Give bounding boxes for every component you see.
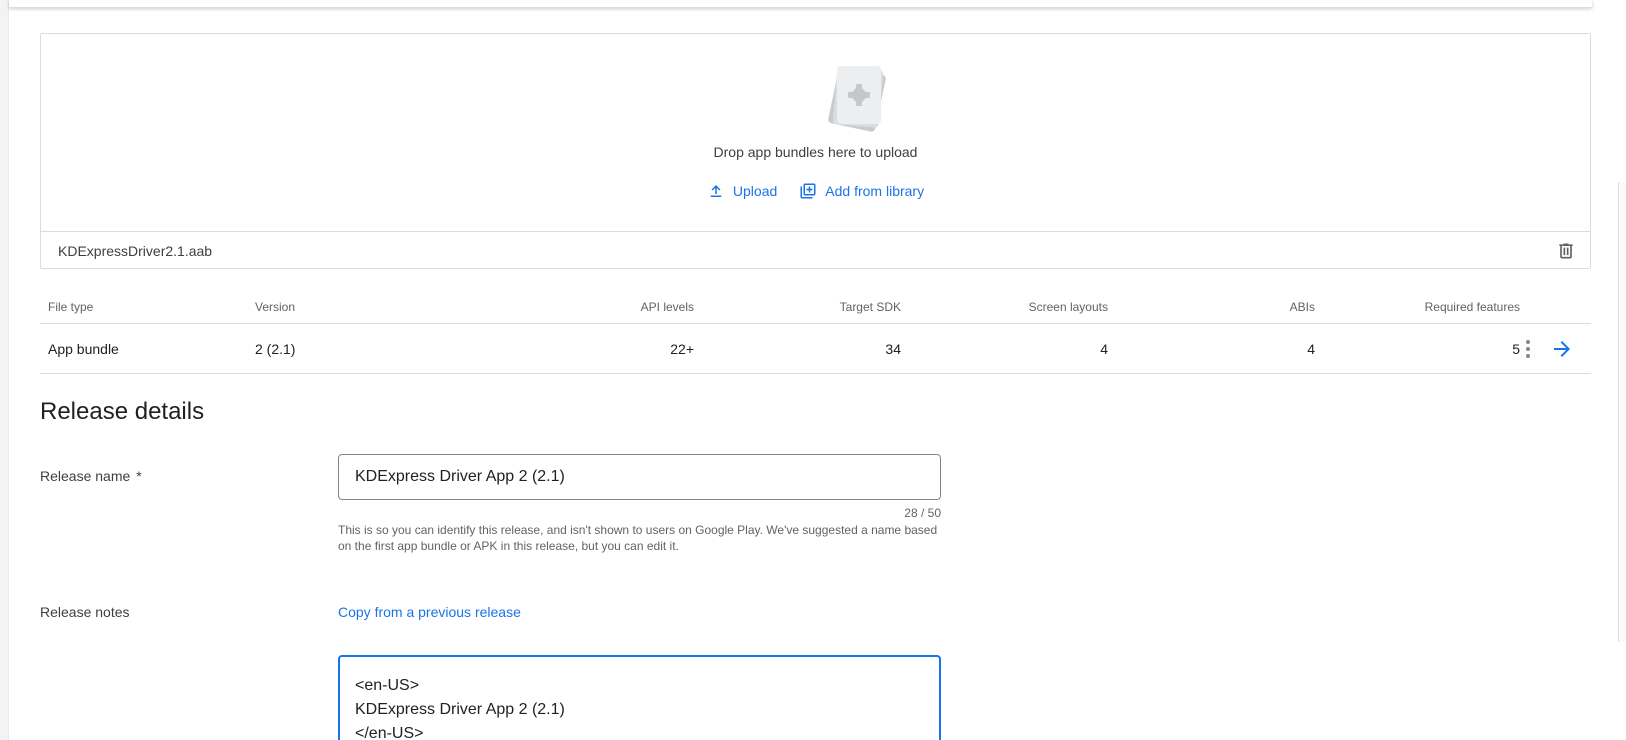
uploaded-file-row: KDExpressDriver2.1.aab [41,231,1590,269]
cell-required-features: 5 [1512,340,1520,357]
cell-target-sdk: 34 [885,340,901,357]
release-notes-textarea[interactable]: <en-US> KDExpress Driver App 2 (2.1) </e… [338,655,941,740]
release-name-hint: This is so you can identify this release… [338,523,938,553]
release-details-heading: Release details [40,398,205,425]
upload-actions: Upload Add from library [41,179,1590,203]
header-file-type: File type [48,300,94,314]
cell-file-type: App bundle [48,340,119,357]
table-row[interactable]: App bundle 2 (2.1) 22+ 34 4 4 5 [40,324,1591,374]
left-gutter [0,0,9,740]
arrow-forward-icon[interactable] [1550,337,1574,361]
add-from-library-label: Add from library [825,183,925,199]
release-notes-label: Release notes [40,604,130,620]
cell-api-levels: 22+ [670,340,694,357]
scrollbar-thumb[interactable] [1618,182,1626,642]
header-version: Version [255,300,296,314]
cell-abis: 4 [1307,340,1315,357]
upload-button[interactable]: Upload [707,179,777,203]
upload-icon [710,185,722,197]
header-target-sdk: Target SDK [839,300,901,314]
uploaded-file-name: KDExpressDriver2.1.aab [58,242,213,259]
add-from-library-button[interactable]: Add from library [799,179,924,203]
release-page: Drop app bundles here to upload Upload A… [0,0,1626,740]
cell-version: 2 (2.1) [255,340,296,357]
header-screen-layouts: Screen layouts [1028,300,1108,314]
app-bundle-icon [828,66,886,132]
table-header: File type Version API levels Target SDK … [40,290,1591,324]
release-name-label: Release name * [40,468,142,484]
cell-screen-layouts: 4 [1100,340,1108,357]
character-counter: 28 / 50 [904,506,941,520]
header-required-features: Required features [1424,300,1520,314]
copy-from-previous-release-link[interactable]: Copy from a previous release [338,604,521,620]
top-header-edge [9,0,1592,8]
more-vert-icon[interactable] [1518,338,1538,360]
drop-instructions: Drop app bundles here to upload [713,144,918,160]
upload-label: Upload [732,183,778,199]
header-api-levels: API levels [640,300,694,314]
drop-zone[interactable]: Drop app bundles here to upload Upload A… [41,34,1590,231]
header-abis: ABIs [1289,300,1315,314]
required-indicator: * [136,468,142,484]
app-bundle-table: File type Version API levels Target SDK … [40,290,1591,374]
release-name-input[interactable] [338,454,941,500]
library-add-icon [800,183,816,199]
delete-icon[interactable] [1556,241,1576,261]
release-name-label-text: Release name [40,468,131,484]
app-bundle-upload-card: Drop app bundles here to upload Upload A… [40,33,1591,269]
